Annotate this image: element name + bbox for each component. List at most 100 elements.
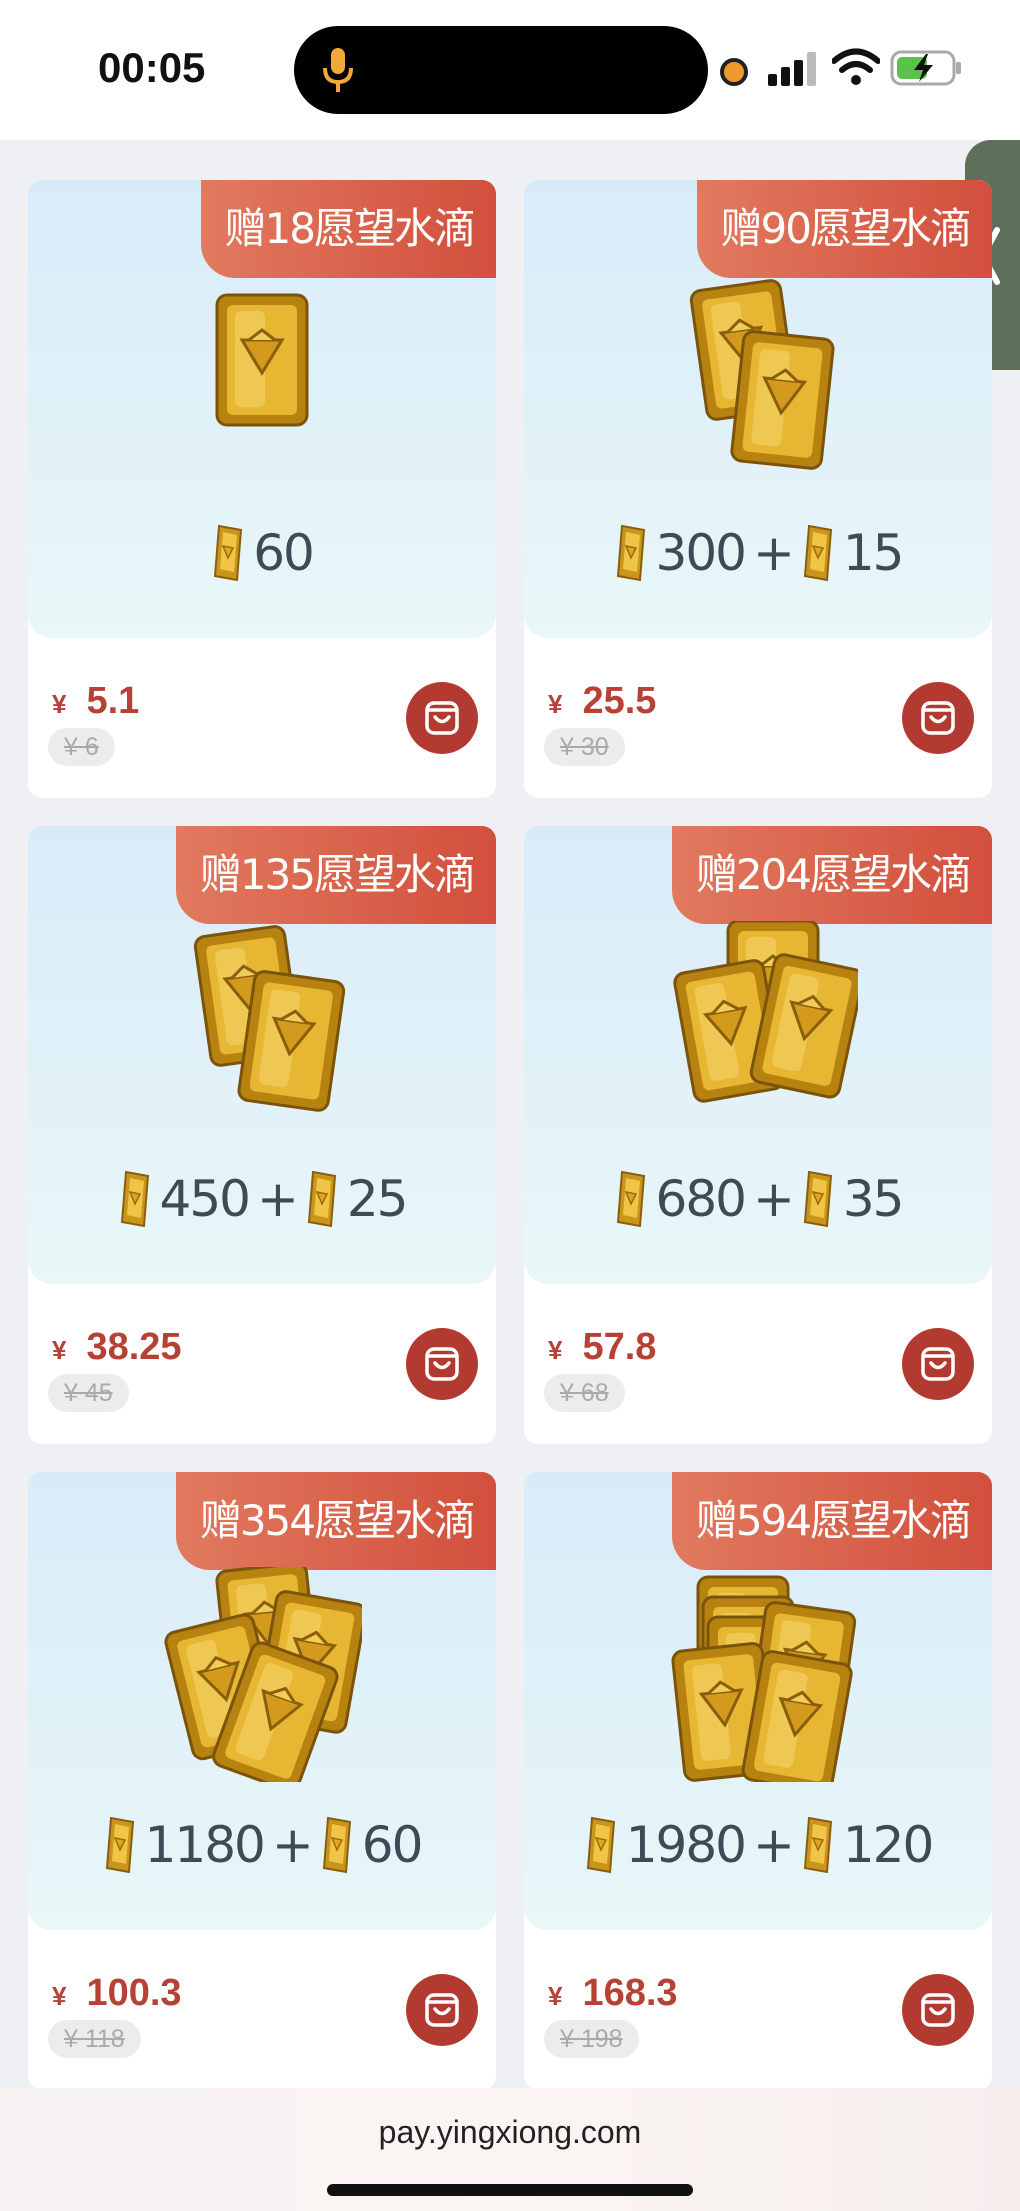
buy-button[interactable] <box>406 1328 478 1400</box>
gold-bundle-icon <box>673 921 858 1103</box>
sale-price: ¥168.3 <box>548 1972 678 2015</box>
currency-symbol: ¥ <box>52 1981 67 2011</box>
product-image-area: 赠135愿望水滴 450 +25 <box>28 826 496 1284</box>
price-value: 168.3 <box>582 1972 678 2014</box>
sale-price: ¥38.25 <box>52 1326 182 1369</box>
sale-price: ¥57.8 <box>548 1326 656 1369</box>
base-amount: 60 <box>253 524 315 582</box>
product-image-area: 赠354愿望水滴 1180 +60 <box>28 1472 496 1930</box>
gift-badge: 赠135愿望水滴 <box>175 826 496 924</box>
original-price: ¥ 30 <box>544 728 625 766</box>
base-amount: 680 <box>655 1170 747 1228</box>
gold-bar-icon <box>616 1170 645 1228</box>
shopping-bag-icon <box>425 1993 459 2027</box>
price-value: 25.5 <box>582 680 657 722</box>
gold-bundle-icon <box>164 1567 362 1782</box>
currency-symbol: ¥ <box>548 1335 563 1365</box>
currency-symbol: ¥ <box>548 689 563 719</box>
currency-symbol: ¥ <box>52 689 67 719</box>
original-price: ¥ 45 <box>48 1374 129 1412</box>
url-display[interactable]: pay.yingxiong.com <box>0 2114 1020 2151</box>
wifi-icon <box>832 48 880 85</box>
microphone-icon <box>323 48 353 92</box>
battery-charging-icon <box>890 50 961 86</box>
product-card[interactable]: 赠90愿望水滴 300 +15 ¥25.5 ¥ 30 <box>524 180 992 798</box>
buy-button[interactable] <box>902 1974 974 2046</box>
gold-bar-icon <box>586 1816 615 1874</box>
shopping-bag-icon <box>921 1993 955 2027</box>
gold-bar-icon <box>803 1170 832 1228</box>
gold-bar-icon <box>803 524 832 582</box>
shopping-bag-icon <box>921 1347 955 1381</box>
plus-sign: + <box>271 1816 314 1874</box>
gold-bundle-icon <box>689 279 835 470</box>
price-value: 38.25 <box>86 1326 182 1368</box>
gold-bar-icon <box>307 1170 336 1228</box>
buy-button[interactable] <box>406 1974 478 2046</box>
status-bar: 00:05 <box>0 0 1020 140</box>
currency-amount: 300 +15 <box>524 518 992 588</box>
currency-amount: 1180 +60 <box>28 1810 496 1880</box>
bonus-amount: 15 <box>842 524 905 582</box>
bonus-amount: 35 <box>842 1170 905 1228</box>
product-image-area: 赠90愿望水滴 300 +15 <box>524 180 992 638</box>
currency-symbol: ¥ <box>548 1981 563 2011</box>
bonus-amount: 120 <box>842 1816 934 1874</box>
gift-badge: 赠594愿望水滴 <box>671 1472 992 1570</box>
sale-price: ¥5.1 <box>52 680 139 723</box>
bonus-amount: 25 <box>346 1170 409 1228</box>
product-card[interactable]: 赠204愿望水滴 680 +35 ¥57.8 ¥ 68 <box>524 826 992 1444</box>
gold-bar-icon <box>803 1816 832 1874</box>
buy-button[interactable] <box>902 1328 974 1400</box>
gift-badge: 赠90愿望水滴 <box>696 180 992 278</box>
gold-bundle-icon <box>215 293 309 427</box>
gift-badge: 赠18愿望水滴 <box>200 180 496 278</box>
gold-bundle-icon <box>671 1575 857 1782</box>
plus-sign: + <box>256 1170 299 1228</box>
currency-amount: 60 <box>28 518 496 588</box>
shopping-bag-icon <box>921 701 955 735</box>
plus-sign: + <box>752 524 795 582</box>
shopping-bag-icon <box>425 701 459 735</box>
browser-bottom-bar: pay.yingxiong.com <box>0 2088 1020 2211</box>
home-indicator <box>327 2184 693 2196</box>
base-amount: 1980 <box>625 1816 747 1874</box>
base-amount: 300 <box>655 524 747 582</box>
product-card[interactable]: 赠135愿望水滴 450 +25 ¥38.25 ¥ 45 <box>28 826 496 1444</box>
price-value: 100.3 <box>86 1972 182 2014</box>
gold-bundle-icon <box>193 925 346 1112</box>
product-image-area: 赠594愿望水滴 1980 +120 <box>524 1472 992 1930</box>
bonus-amount: 60 <box>361 1816 424 1874</box>
buy-button[interactable] <box>406 682 478 754</box>
gold-bar-icon <box>120 1170 149 1228</box>
plus-sign: + <box>752 1170 795 1228</box>
gold-bar-icon <box>105 1816 134 1874</box>
buy-button[interactable] <box>902 682 974 754</box>
currency-amount: 680 +35 <box>524 1164 992 1234</box>
sale-price: ¥100.3 <box>52 1972 182 2015</box>
original-price: ¥ 6 <box>48 728 115 766</box>
currency-symbol: ¥ <box>52 1335 67 1365</box>
base-amount: 450 <box>159 1170 251 1228</box>
status-time: 00:05 <box>98 44 206 91</box>
product-card[interactable]: 赠594愿望水滴 1980 +120 ¥168.3 ¥ 198 <box>524 1472 992 2090</box>
product-card[interactable]: 赠354愿望水滴 1180 +60 ¥100.3 ¥ 118 <box>28 1472 496 2090</box>
shopping-bag-icon <box>425 1347 459 1381</box>
currency-amount: 1980 +120 <box>524 1810 992 1880</box>
currency-amount: 450 +25 <box>28 1164 496 1234</box>
gift-badge: 赠354愿望水滴 <box>175 1472 496 1570</box>
recording-dot-icon <box>720 58 748 86</box>
product-image-area: 赠204愿望水滴 680 +35 <box>524 826 992 1284</box>
dynamic-island <box>294 26 708 114</box>
original-price: ¥ 68 <box>544 1374 625 1412</box>
gift-badge: 赠204愿望水滴 <box>671 826 992 924</box>
gold-bar-icon <box>616 524 645 582</box>
gold-bar-icon <box>322 1816 351 1874</box>
product-card[interactable]: 赠18愿望水滴 60 ¥5.1 ¥ 6 <box>28 180 496 798</box>
base-amount: 1180 <box>144 1816 266 1874</box>
price-value: 57.8 <box>582 1326 657 1368</box>
gold-bar-icon <box>214 524 243 582</box>
cellular-signal-icon <box>768 52 816 86</box>
sale-price: ¥25.5 <box>548 680 656 723</box>
product-image-area: 赠18愿望水滴 60 <box>28 180 496 638</box>
